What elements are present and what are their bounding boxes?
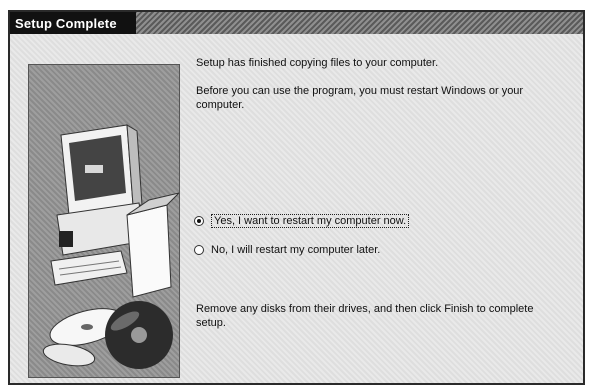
- status-text: Setup has finished copying files to your…: [196, 57, 439, 69]
- title-tab: Setup Complete: [10, 12, 136, 34]
- window-title: Setup Complete: [15, 15, 117, 31]
- finish-instructions: Remove any disks from their drives, and …: [196, 303, 534, 329]
- restart-now-option[interactable]: Yes, I want to restart my computer now.: [194, 214, 410, 228]
- restart-notice: Before you can use the program, you must…: [196, 85, 524, 111]
- restart-now-label: Yes, I want to restart my computer now.: [211, 214, 410, 228]
- computer-setup-illustration: [28, 64, 180, 378]
- radio-unselected-icon[interactable]: [194, 245, 204, 255]
- setup-dialog: Setup Complete Setup has finished copyin…: [8, 10, 585, 385]
- restart-later-option[interactable]: No, I will restart my computer later.: [194, 244, 380, 256]
- computer-illustration-icon: [42, 124, 179, 369]
- title-bar: Setup Complete: [10, 12, 583, 34]
- radio-selected-icon[interactable]: [194, 216, 204, 226]
- restart-later-label: No, I will restart my computer later.: [211, 244, 381, 256]
- dialog-body: Setup has finished copying files to your…: [10, 34, 583, 383]
